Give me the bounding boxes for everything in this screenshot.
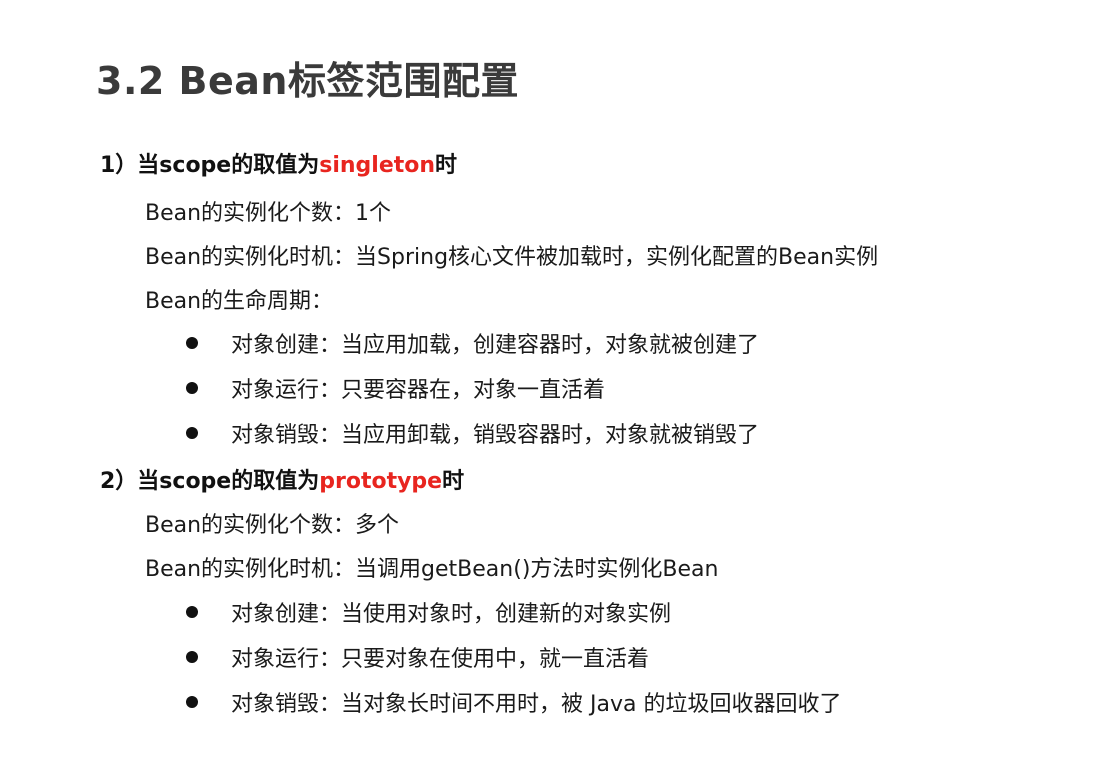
section1-bullet-create: 对象创建：当应用加载，创建容器时，对象就被创建了 [186,327,759,359]
bullet-dot-icon [186,382,198,394]
bullet-text: 对象销毁：当应用卸载，销毁容器时，对象就被销毁了 [231,423,760,448]
section2-bullet-create: 对象创建：当使用对象时，创建新的对象实例 [186,596,671,628]
slide: 3.2 Bean标签范围配置 1）当scope的取值为singleton时 Be… [0,0,1098,776]
bullet-dot-icon [186,427,198,439]
section1-line-timing: Bean的实例化时机：当Spring核心文件被加载时，实例化配置的Bean实例 [145,245,879,270]
section1-heading: 1）当scope的取值为singleton时 [100,147,457,179]
section2-line-timing: Bean的实例化时机：当调用getBean()方法时实例化Bean [145,557,719,582]
section1-bullet-destroy: 对象销毁：当应用卸载，销毁容器时，对象就被销毁了 [186,417,759,449]
section1-heading-keyword: singleton [319,153,436,178]
section1-bullet-run: 对象运行：只要容器在，对象一直活着 [186,372,605,404]
section2-heading-keyword: prototype [319,469,443,494]
section2-heading-prefix: 2）当scope的取值为 [100,469,320,494]
bullet-dot-icon [186,606,198,618]
bullet-dot-icon [186,696,198,708]
bullet-text: 对象运行：只要对象在使用中，就一直活着 [231,647,650,672]
bullet-dot-icon [186,651,198,663]
bullet-text: 对象创建：当使用对象时，创建新的对象实例 [231,602,672,627]
section2-heading: 2）当scope的取值为prototype时 [100,463,464,495]
section2-line-count: Bean的实例化个数：多个 [145,513,400,538]
bullet-text: 对象销毁：当对象长时间不用时，被 Java 的垃圾回收器回收了 [231,692,842,717]
bullet-text: 对象运行：只要容器在，对象一直活着 [231,378,606,403]
section2-heading-suffix: 时 [442,469,465,494]
section1-line-count: Bean的实例化个数：1个 [145,201,392,226]
page-title: 3.2 Bean标签范围配置 [96,59,519,103]
section1-heading-suffix: 时 [435,153,458,178]
section2-bullet-destroy: 对象销毁：当对象长时间不用时，被 Java 的垃圾回收器回收了 [186,686,841,718]
bullet-dot-icon [186,337,198,349]
section1-line-lifecycle: Bean的生命周期： [145,289,334,314]
section1-heading-prefix: 1）当scope的取值为 [100,153,320,178]
bullet-text: 对象创建：当应用加载，创建容器时，对象就被创建了 [231,333,760,358]
section2-bullet-run: 对象运行：只要对象在使用中，就一直活着 [186,641,649,673]
